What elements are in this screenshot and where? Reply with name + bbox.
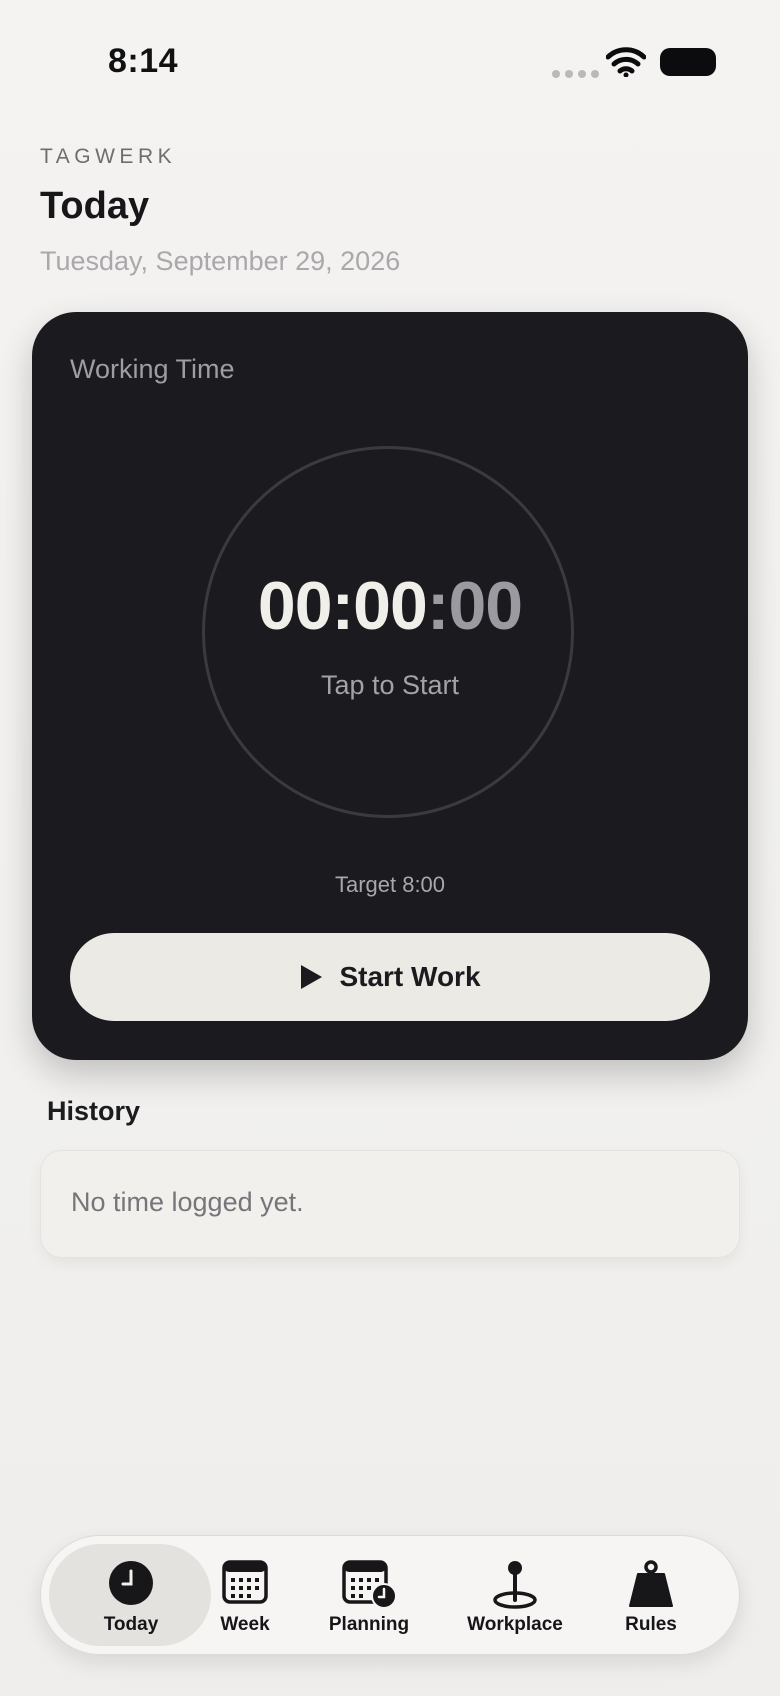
app-name: TAGWERK (40, 145, 177, 168)
working-time-card: Working Time 00:00:00 Tap to Start Targe… (32, 312, 748, 1060)
target-label: Target 8:00 (334, 872, 446, 897)
start-work-label: Start Work (339, 961, 481, 992)
timer-seconds: 00 (448, 568, 523, 644)
page-title: Today (40, 185, 150, 227)
cellular-signal-icon (552, 70, 599, 78)
tab-planning-label: Planning (328, 1614, 410, 1635)
tap-to-start-hint: Tap to Start (320, 670, 460, 700)
tab-week-label: Week (220, 1614, 270, 1635)
timer-display[interactable]: 00:00:00 (32, 572, 748, 640)
status-bar: 8:14 (0, 0, 780, 120)
calendar-icon (222, 1560, 268, 1604)
working-time-label: Working Time (70, 354, 235, 384)
weight-icon (629, 1560, 673, 1607)
history-empty-text: No time logged yet. (71, 1187, 304, 1217)
start-work-button[interactable]: Start Work (70, 933, 710, 1021)
tab-rules[interactable]: Rules (601, 1536, 701, 1654)
play-icon (301, 965, 323, 989)
tab-today-label: Today (103, 1614, 159, 1635)
tab-planning[interactable]: Planning (309, 1536, 429, 1654)
tab-week[interactable]: Week (195, 1536, 295, 1654)
tab-workplace[interactable]: Workplace (445, 1536, 585, 1654)
tab-workplace-label: Workplace (467, 1614, 563, 1635)
wifi-icon (606, 47, 646, 77)
tab-rules-label: Rules (625, 1614, 677, 1635)
current-date: Tuesday, September 29, 2026 (40, 246, 401, 276)
history-title: History (47, 1096, 141, 1126)
tab-bar: Today Week Planning Workplace Rules (40, 1535, 740, 1655)
calendar-clock-icon (342, 1560, 397, 1608)
timer-hours-minutes: 00:00 (257, 568, 428, 644)
tab-today[interactable]: Today (71, 1536, 191, 1654)
map-pin-icon (493, 1561, 537, 1609)
clock-icon (109, 1561, 153, 1605)
timer-separator: : (426, 568, 450, 644)
history-card: No time logged yet. (40, 1150, 740, 1258)
status-time: 8:14 (108, 42, 179, 80)
battery-icon (660, 48, 716, 76)
